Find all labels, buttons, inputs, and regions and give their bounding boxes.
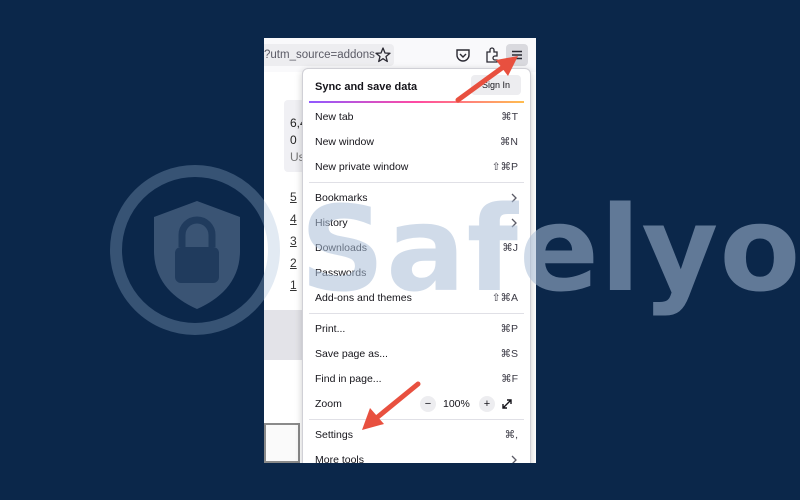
menu-item-shortcut: ⌘P [500,323,518,335]
menu-item-find-in-page[interactable]: Find in page... ⌘F [303,369,530,391]
menu-item-label: New tab [315,111,354,123]
menu-item-label: Downloads [315,242,367,254]
chevron-right-icon [510,217,518,232]
menu-item-bookmarks[interactable]: Bookmarks [303,188,530,210]
menu-item-label: Find in page... [315,373,382,385]
chevron-right-icon [510,192,518,207]
hamburger-menu-icon [512,50,522,60]
zoom-in-button[interactable]: + [479,396,495,412]
watermark-shield-logo [110,165,280,335]
chevron-right-icon [510,454,518,463]
rating-link[interactable]: 3 [290,234,297,248]
app-menu-panel: Sync and save data Sign In New tab ⌘T Ne… [302,68,531,463]
menu-item-more-tools[interactable]: More tools [303,450,530,463]
menu-item-zoom: Zoom − 100% + [303,394,530,416]
rating-link[interactable]: 1 [290,278,297,292]
fullscreen-icon[interactable] [500,397,514,414]
rating-link[interactable]: 5 [290,190,297,204]
sync-title: Sync and save data [315,81,418,93]
menu-item-downloads[interactable]: Downloads ⌘J [303,238,530,260]
menu-item-label: History [315,217,348,229]
stat-line: 0 [290,133,297,147]
zoom-out-button[interactable]: − [420,396,436,412]
menu-item-shortcut: ⌘, [504,429,518,441]
zoom-level: 100% [443,398,470,410]
menu-item-shortcut: ⇧⌘P [491,161,518,173]
zoom-label: Zoom [315,398,342,410]
menu-item-label: Settings [315,429,353,441]
menu-separator [309,419,524,420]
menu-separator [309,182,524,183]
menu-item-label: More tools [315,454,365,463]
menu-item-label: Passwords [315,267,367,279]
menu-item-label: Save page as... [315,348,388,360]
menu-item-label: Bookmarks [315,192,368,204]
sign-in-button[interactable]: Sign In [471,75,521,95]
pocket-icon[interactable] [454,46,472,64]
menu-item-settings[interactable]: Settings ⌘, [303,425,530,447]
menu-item-shortcut: ⇧⌘A [491,292,518,304]
page-thumbnail [264,423,300,463]
menu-item-label: Print... [315,323,346,335]
browser-screenshot: ?utm_source=addons 6,4 0 Us 5 4 3 2 1 Sy… [264,38,536,463]
menu-item-shortcut: ⌘J [502,242,518,254]
hamburger-menu-button[interactable] [506,44,528,66]
menu-item-label: New private window [315,161,409,173]
url-text: ?utm_source=addons [264,49,375,61]
rating-link[interactable]: 4 [290,212,297,226]
menu-item-print[interactable]: Print... ⌘P [303,319,530,341]
menu-item-shortcut: ⌘T [501,111,518,123]
sync-gradient-divider [309,101,524,103]
menu-item-label: New window [315,136,374,148]
menu-item-new-tab[interactable]: New tab ⌘T [303,107,530,129]
menu-item-new-private-window[interactable]: New private window ⇧⌘P [303,157,530,179]
menu-item-add-ons-and-themes[interactable]: Add-ons and themes ⇧⌘A [303,288,530,310]
menu-item-new-window[interactable]: New window ⌘N [303,132,530,154]
menu-item-history[interactable]: History [303,213,530,235]
extensions-icon[interactable] [483,46,501,64]
page-gray-band [264,310,304,360]
menu-item-shortcut: ⌘S [500,348,518,360]
menu-separator [309,313,524,314]
menu-item-shortcut: ⌘N [499,136,518,148]
menu-item-label: Add-ons and themes [315,292,412,304]
menu-item-save-page-as[interactable]: Save page as... ⌘S [303,344,530,366]
star-icon[interactable] [374,46,392,64]
menu-item-passwords[interactable]: Passwords [303,263,530,285]
rating-link[interactable]: 2 [290,256,297,270]
menu-item-shortcut: ⌘F [501,373,518,385]
